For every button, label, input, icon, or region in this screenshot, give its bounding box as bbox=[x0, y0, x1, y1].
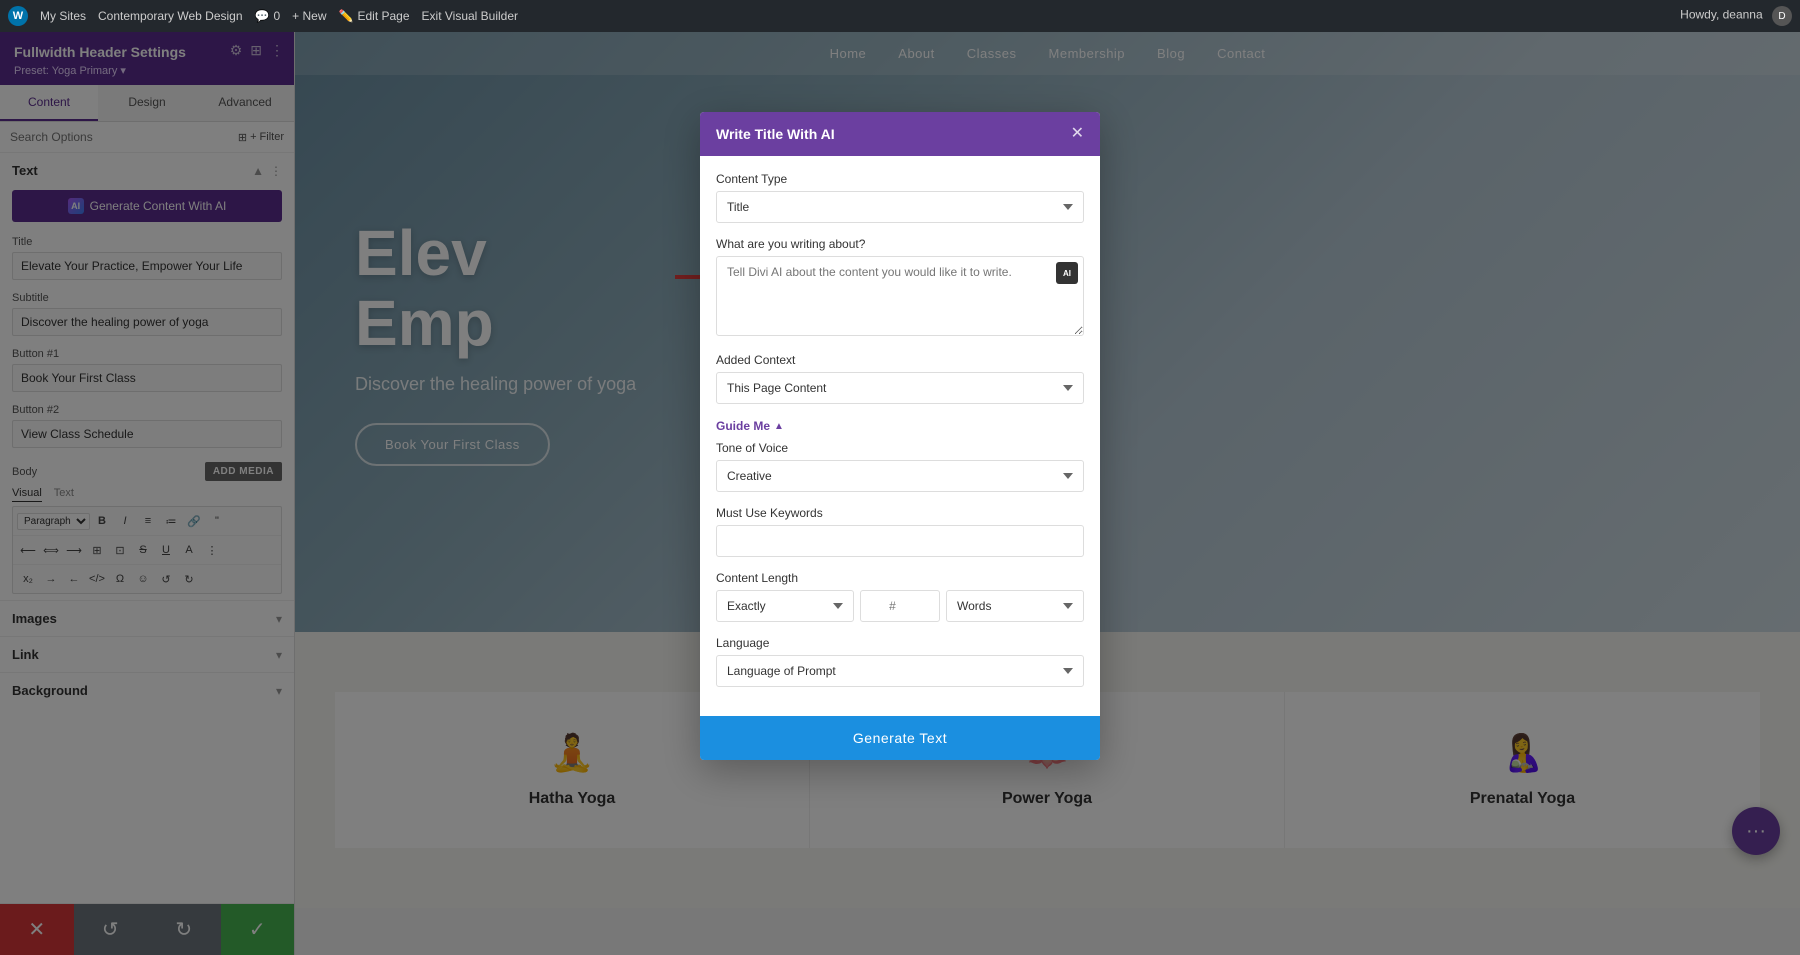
comments-item[interactable]: 💬 0 bbox=[255, 9, 281, 23]
textarea-wrapper: AI bbox=[716, 256, 1084, 339]
content-type-select[interactable]: Title Subtitle Body Description bbox=[716, 191, 1084, 223]
edit-page-label: Edit Page bbox=[357, 9, 409, 23]
edit-page-item[interactable]: ✏️ Edit Page bbox=[339, 9, 410, 23]
keywords-label: Must Use Keywords bbox=[716, 506, 1084, 520]
modal-header: Write Title With AI ✕ bbox=[700, 112, 1100, 156]
added-context-field: Added Context This Page Content No Conte… bbox=[716, 353, 1084, 404]
site-name-label: Contemporary Web Design bbox=[98, 9, 243, 23]
guide-me-link[interactable]: Guide Me ▲ bbox=[716, 419, 784, 433]
exit-builder-label: Exit Visual Builder bbox=[422, 9, 519, 23]
language-field: Language Language of Prompt English Span… bbox=[716, 636, 1084, 687]
comments-count: 0 bbox=[273, 9, 280, 23]
added-context-select[interactable]: This Page Content No Context Custom Cont… bbox=[716, 372, 1084, 404]
guide-me-label: Guide Me bbox=[716, 419, 770, 433]
content-length-label: Content Length bbox=[716, 571, 1084, 585]
length-type-select[interactable]: Exactly About At Least At Most bbox=[716, 590, 854, 622]
new-label: + New bbox=[292, 9, 326, 23]
writing-about-field: What are you writing about? AI bbox=[716, 237, 1084, 339]
content-type-field: Content Type Title Subtitle Body Descrip… bbox=[716, 172, 1084, 223]
new-item[interactable]: + New bbox=[292, 9, 326, 23]
wp-logo-item[interactable]: W bbox=[8, 6, 28, 26]
guide-me-arrow-icon: ▲ bbox=[774, 421, 784, 432]
modal-overlay: Write Title With AI ✕ Content Type Title… bbox=[0, 32, 1800, 955]
content-length-row: Exactly About At Least At Most Words Sen… bbox=[716, 590, 1084, 622]
length-unit-select[interactable]: Words Sentences Paragraphs bbox=[946, 590, 1084, 622]
content-length-field: Content Length Exactly About At Least At… bbox=[716, 571, 1084, 622]
tone-select[interactable]: Creative Professional Casual Formal Frie… bbox=[716, 460, 1084, 492]
my-sites-item[interactable]: My Sites bbox=[40, 9, 86, 23]
site-name-item[interactable]: Contemporary Web Design bbox=[98, 9, 243, 23]
wp-logo-icon: W bbox=[8, 6, 28, 26]
content-type-label: Content Type bbox=[716, 172, 1084, 186]
keywords-field: Must Use Keywords bbox=[716, 506, 1084, 557]
edit-icon: ✏️ bbox=[339, 9, 354, 23]
ai-corner-icon: AI bbox=[1056, 262, 1078, 284]
writing-about-textarea[interactable] bbox=[716, 256, 1084, 336]
howdy-label: Howdy, deanna bbox=[1680, 8, 1763, 22]
generate-text-btn[interactable]: Generate Text bbox=[700, 716, 1100, 760]
modal-close-btn[interactable]: ✕ bbox=[1071, 126, 1084, 142]
length-number-input[interactable] bbox=[860, 590, 940, 622]
admin-bar-right: Howdy, deanna D bbox=[1680, 6, 1792, 26]
language-label: Language bbox=[716, 636, 1084, 650]
exit-builder-item[interactable]: Exit Visual Builder bbox=[422, 9, 519, 23]
admin-bar: W My Sites Contemporary Web Design 💬 0 +… bbox=[0, 0, 1800, 32]
write-title-modal: Write Title With AI ✕ Content Type Title… bbox=[700, 112, 1100, 760]
my-sites-label: My Sites bbox=[40, 9, 86, 23]
tone-label: Tone of Voice bbox=[716, 441, 1084, 455]
keywords-input[interactable] bbox=[716, 525, 1084, 557]
modal-body: Content Type Title Subtitle Body Descrip… bbox=[700, 156, 1100, 716]
added-context-label: Added Context bbox=[716, 353, 1084, 367]
tone-field: Tone of Voice Creative Professional Casu… bbox=[716, 441, 1084, 492]
language-select[interactable]: Language of Prompt English Spanish Frenc… bbox=[716, 655, 1084, 687]
comments-icon: 💬 bbox=[255, 9, 270, 23]
modal-title: Write Title With AI bbox=[716, 126, 835, 142]
avatar-icon: D bbox=[1772, 6, 1792, 26]
writing-about-label: What are you writing about? bbox=[716, 237, 1084, 251]
